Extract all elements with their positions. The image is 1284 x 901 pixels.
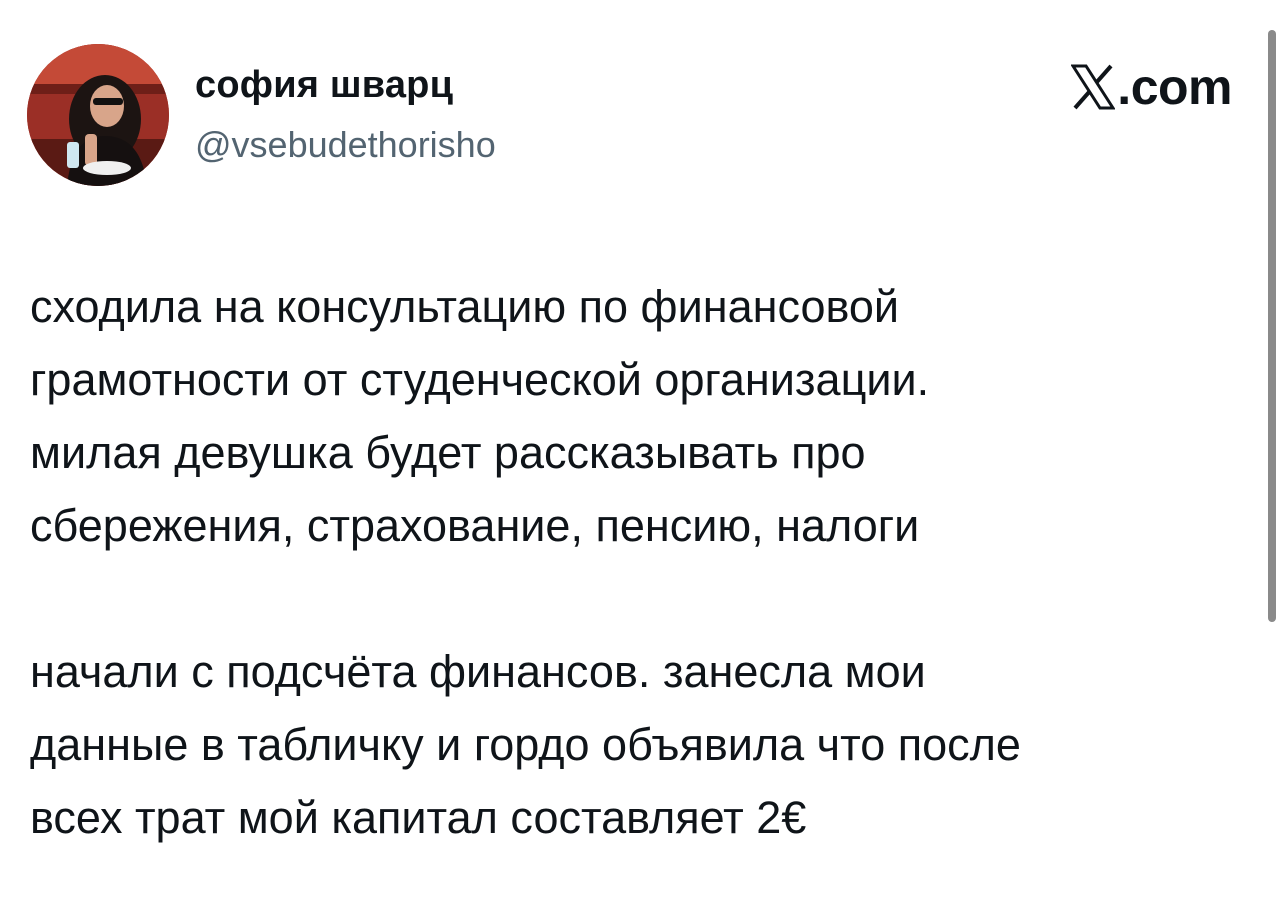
brand-mark: .com xyxy=(1071,62,1232,112)
tweet-paragraph: сходила на консультацию по финансовой гр… xyxy=(30,281,930,551)
tweet-text: сходила на консультацию по финансовой гр… xyxy=(30,270,1240,854)
tweet-paragraph: начали с подсчёта финансов. занесла мои … xyxy=(30,646,1021,843)
avatar-photo xyxy=(27,44,169,186)
vertical-scrollbar[interactable] xyxy=(1268,30,1276,622)
author-name[interactable]: софия шварц xyxy=(195,64,453,107)
brand-domain-suffix: .com xyxy=(1117,59,1232,115)
author-avatar[interactable] xyxy=(27,44,169,186)
x-logo-icon xyxy=(1071,64,1116,110)
author-handle[interactable]: @vsebudethorisho xyxy=(195,124,496,166)
tweet-card: софия шварц @vsebudethorisho .com сходил… xyxy=(0,0,1284,901)
